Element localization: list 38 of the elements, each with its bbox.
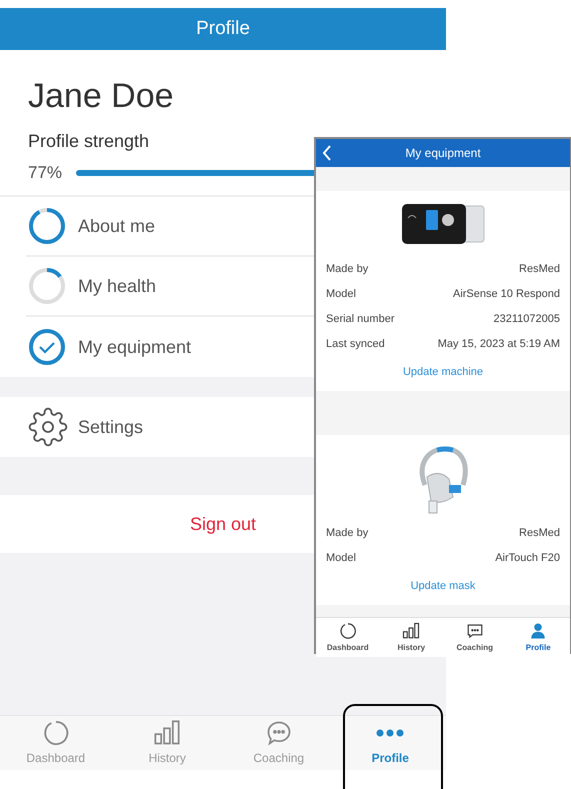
- more-dots-icon: [375, 728, 406, 738]
- section-label: My equipment: [78, 336, 192, 359]
- profile-strength-label: Profile strength: [28, 130, 150, 153]
- settings-icon: [28, 407, 68, 447]
- detail-value: AirSense 10 Respond: [452, 287, 560, 302]
- detail-value: 23211072005: [494, 312, 560, 328]
- update-link[interactable]: Update machine: [402, 364, 484, 380]
- tab-item[interactable]: Profile: [506, 618, 570, 657]
- detail-value: May 15, 2023 at 5:19 AM: [438, 337, 560, 352]
- person-icon: [529, 622, 548, 640]
- chat-bubble-icon: [466, 622, 484, 640]
- bar-chart-icon: [402, 622, 420, 640]
- section-label: About me: [78, 214, 156, 238]
- arc-icon: [42, 719, 70, 747]
- tab-item[interactable]: History: [380, 618, 443, 657]
- equipment-title: My equipment: [405, 145, 481, 162]
- user-name: Jane Doe: [28, 76, 175, 116]
- detail-value: ResMed: [519, 262, 560, 278]
- tab-item[interactable]: Coaching: [443, 618, 506, 657]
- bar-chart-icon: [153, 719, 182, 747]
- tab-item[interactable]: Profile: [334, 716, 446, 770]
- settings-label: Settings: [78, 416, 144, 439]
- arc-icon: [338, 622, 357, 640]
- chat-bubble-icon: [264, 719, 293, 747]
- detail-label: Made by: [326, 262, 368, 278]
- back-chevron-icon[interactable]: [322, 145, 332, 161]
- detail-label: Model: [326, 551, 356, 566]
- detail-value: ResMed: [519, 526, 560, 542]
- profile-strength-percent: 77%: [28, 162, 62, 184]
- update-link[interactable]: Update mask: [410, 578, 476, 594]
- section-label: My health: [78, 274, 156, 298]
- detail-label: Made by: [326, 526, 368, 542]
- detail-value: AirTouch F20: [495, 551, 560, 566]
- settings-row[interactable]: Settings: [0, 397, 446, 457]
- tab-item[interactable]: Dashboard: [316, 618, 380, 657]
- header-title: Profile: [196, 16, 250, 41]
- detail-label: Model: [326, 287, 356, 302]
- detail-label: Last synced: [326, 337, 385, 352]
